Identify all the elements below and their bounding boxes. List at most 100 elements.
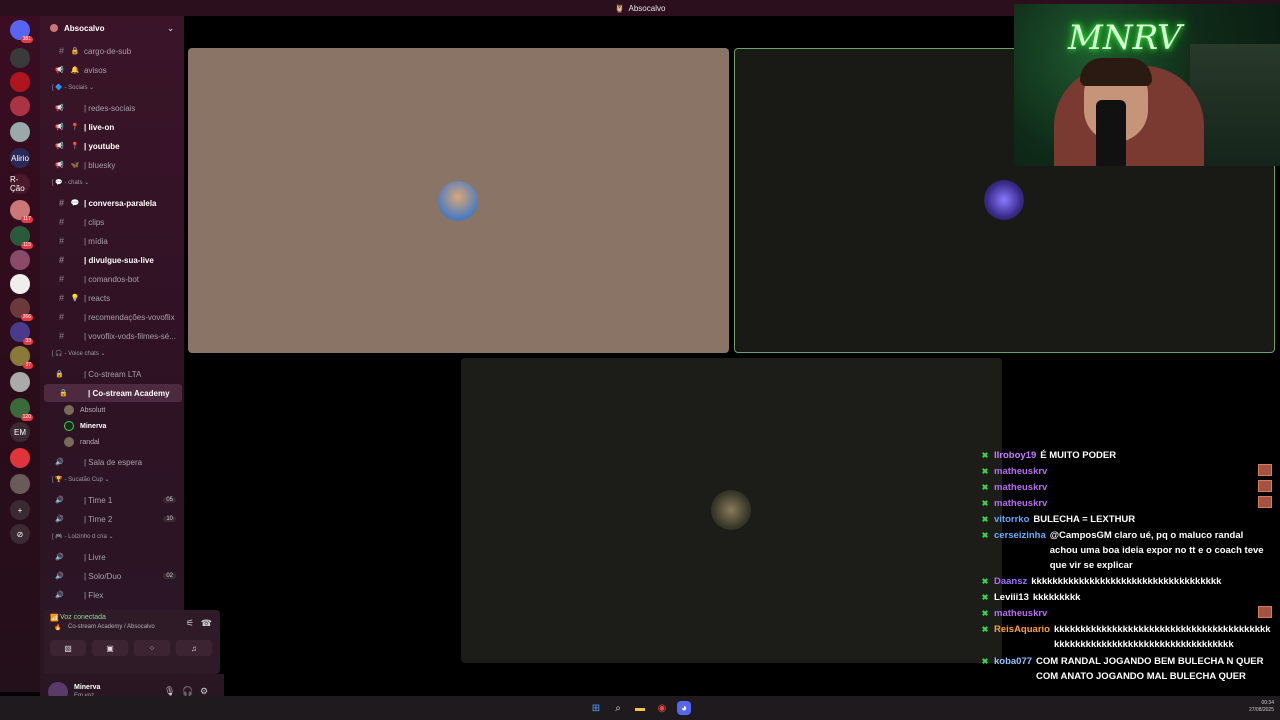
server-avatar-icon[interactable]: 33 (10, 322, 33, 345)
voice-member[interactable]: randal (64, 435, 99, 449)
channel-text[interactable]: # | comandos-bot (40, 270, 184, 288)
server-avatar-icon[interactable] (10, 122, 30, 142)
channel-voice-locked[interactable]: 🔒 | Co-stream Academy (44, 384, 182, 402)
channel-category[interactable]: [ 🔷 - Sociais ⌄ (52, 84, 94, 91)
chat-message: ✖ koba077 COM RANDAL JOGANDO BEM BULECHA N… (980, 654, 1272, 684)
kick-badge-icon: ✖ (981, 499, 989, 508)
server-avatar-icon[interactable] (10, 96, 30, 116)
server-avatar-icon[interactable] (10, 274, 30, 294)
server-avatar-icon[interactable] (10, 72, 30, 92)
video-tile-absolutt[interactable] (188, 48, 729, 353)
unread-badge: 33 (23, 338, 33, 345)
channel-voice[interactable]: 🔊 | Flex (40, 586, 184, 604)
channel-announcement[interactable]: 📢 | redes-sociais (40, 99, 184, 117)
emote-icon (1258, 496, 1272, 508)
chat-message: ✖ Daansz kkkkkkkkkkkkkkkkkkkkkkkkkkkkkkkkk… (980, 574, 1272, 589)
channel-text[interactable]: # | clips (40, 213, 184, 231)
chat-text: @CamposGM claro ué, pq o maluco randal a… (1049, 530, 1264, 571)
camera-button[interactable]: ▧ (50, 640, 86, 656)
server-label: R-Ção (10, 175, 25, 193)
voice-member[interactable]: Absolutt (64, 403, 105, 417)
avatar (64, 405, 74, 415)
channel-voice-locked[interactable]: 🔒 | Co-stream LTA (40, 365, 184, 383)
server-avatar-icon[interactable]: R-Ção (10, 174, 30, 194)
server-header[interactable]: Absocalvo ⌄ (40, 16, 184, 40)
explore-icon[interactable]: ⊘ (10, 524, 30, 544)
channel-text[interactable]: # 💡 | reacts (40, 289, 184, 307)
screen-share-button[interactable]: ▣ (92, 640, 128, 656)
folder-icon[interactable]: ▬ (633, 701, 647, 715)
streamer-webcam: MNRV (1014, 4, 1280, 166)
server-avatar-icon[interactable]: Alirio (10, 148, 30, 168)
streamer-hair (1080, 58, 1152, 86)
unread-badge: 115 (21, 242, 33, 249)
voice-member[interactable]: Minerva (64, 419, 106, 433)
channel-text[interactable]: # | recomendações-vovoflix (40, 308, 184, 326)
channel-name: | divulgue-sua-live (84, 255, 154, 265)
megaphone-icon: 📢 (55, 105, 64, 112)
server-avatar-icon[interactable] (10, 250, 30, 270)
channel-name: avisos (84, 65, 107, 75)
channel-announcement[interactable]: 📢 🦋 | bluesky (40, 156, 184, 174)
channel-text[interactable]: # | mídia (40, 232, 184, 250)
channel-voice[interactable]: 🔊 | Sala de espera (40, 453, 184, 471)
voice-status-channel[interactable]: Co-stream Academy / Absocalvo (68, 624, 155, 630)
disconnect-icon[interactable]: ☎ (201, 618, 212, 629)
server-avatar-icon[interactable]: EM (10, 422, 30, 442)
channel-emoji-icon: 🦋 (70, 162, 80, 169)
channel-voice[interactable]: 🔊 | Solo/Duo 02 (40, 567, 184, 585)
channel-category[interactable]: [ 💬 - chats ⌄ (52, 179, 89, 186)
channel-voice[interactable]: 🔊 | Livre (40, 548, 184, 566)
channel-name: | Livre (84, 552, 106, 562)
member-name: randal (80, 438, 100, 446)
speaker-icon: 🔊 (55, 573, 64, 580)
discord-home-icon[interactable]: 381 (10, 20, 33, 43)
search-icon[interactable]: ⌕ (611, 701, 625, 715)
channel-announcement[interactable]: 📢 📍 | live-on (40, 118, 184, 136)
channel-voice[interactable]: 🔊 | Time 2 10 (40, 510, 184, 528)
server-avatar-icon[interactable]: 266 (10, 298, 33, 321)
channel-category[interactable]: [ 🎮 - Lolzinho d cria ⌄ (52, 533, 114, 540)
chevron-down-icon[interactable]: ⌄ (167, 24, 174, 33)
kick-badge-icon: ✖ (981, 609, 989, 618)
member-name: Minerva (80, 422, 107, 430)
channel-category[interactable]: [ 🎧 - Voice chats ⌄ (52, 350, 106, 357)
system-clock[interactable]: 00:34 27/08/2025 (1249, 700, 1274, 714)
server-avatar-icon[interactable] (10, 372, 30, 392)
server-avatar-icon[interactable]: 120 (10, 398, 33, 421)
server-avatar-icon[interactable] (10, 474, 30, 494)
start-icon[interactable]: ⊞ (589, 701, 603, 715)
channel-text[interactable]: # | vovoflix-vods-filmes-sé... (40, 327, 184, 345)
channel-name: | bluesky (84, 160, 116, 170)
server-avatar-icon[interactable] (10, 448, 30, 468)
channel-text[interactable]: # | divulgue-sua-live (40, 251, 184, 269)
channel-name: | Flex (84, 590, 104, 600)
channel-name: | reacts (84, 293, 111, 303)
server-avatar-icon[interactable] (10, 48, 30, 68)
channel-category[interactable]: [ 🏆 - Sucatão Cup ⌄ (52, 476, 110, 483)
channel-name: | Sala de espera (84, 457, 143, 467)
voice-status-title: Voz conectada (60, 614, 106, 621)
server-label: + (17, 505, 23, 515)
channel-text[interactable]: # 💬 | conversa-paralela (40, 194, 184, 212)
chrome-icon[interactable]: ◉ (655, 701, 669, 715)
video-tile-randal[interactable] (461, 358, 1002, 663)
server-avatar-icon[interactable]: 117 (10, 200, 33, 223)
discord-icon[interactable]: ◕ (677, 701, 691, 715)
hash-icon: # (58, 236, 64, 246)
server-avatar-icon[interactable]: 37 (10, 346, 33, 369)
lock-icon: 🔒 (59, 390, 68, 397)
channel-name: | clips (84, 217, 105, 227)
channel-text[interactable]: # 🔒 cargo-de-sub (40, 42, 184, 60)
channel-announcement[interactable]: 📢 📍 | youtube (40, 137, 184, 155)
noise-suppression-icon[interactable]: ⚟ (186, 618, 194, 629)
kick-badge-icon: ✖ (981, 657, 989, 666)
add-server-icon[interactable]: + (10, 500, 30, 520)
channel-announcement[interactable]: 📢 🔔 avisos (40, 61, 184, 79)
activities-button[interactable]: ⁘ (134, 640, 170, 656)
server-avatar-icon[interactable]: 115 (10, 226, 33, 249)
channel-voice[interactable]: 🔊 | Time 1 05 (40, 491, 184, 509)
soundboard-button[interactable]: ♫ (176, 640, 212, 656)
kick-badge-icon: ✖ (981, 531, 989, 540)
neon-sign: MNRV (1068, 18, 1182, 58)
